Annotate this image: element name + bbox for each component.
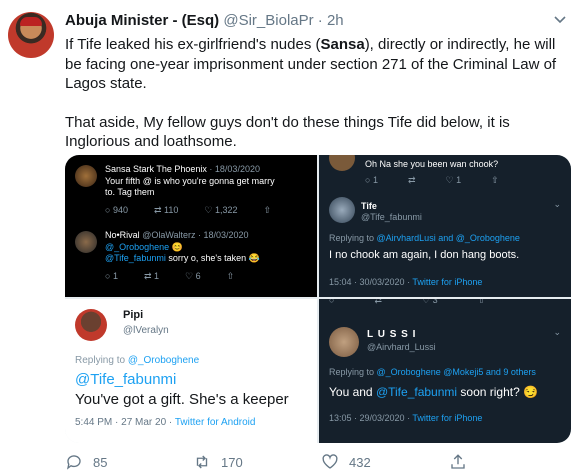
share-icon: ⇧ xyxy=(491,175,499,185)
retweet-count: 170 xyxy=(221,454,243,470)
chevron-down-icon: ⌄ xyxy=(553,327,561,337)
reply-icon: ○ 1 xyxy=(105,271,118,281)
media-screenshot-3[interactable]: Pipi @lVeralyn Replying to @_Oroboghene … xyxy=(65,299,317,443)
screenshot-actions: ○ 1 ⇄ ♡ 1 ⇧ xyxy=(365,175,499,186)
screenshot-text: Oh Na she you been wan chook? xyxy=(365,159,499,169)
screenshot-text: You and xyxy=(329,385,376,399)
screenshot-actions: ○ ⇄ ♡ 3 ⇧ xyxy=(329,299,485,306)
author-name[interactable]: Abuja Minister - (Esq) xyxy=(65,12,219,29)
retweet-icon xyxy=(196,455,208,469)
chevron-down-icon[interactable] xyxy=(553,12,567,26)
avatar xyxy=(75,165,97,187)
tweet: Abuja Minister - (Esq) @Sir_BiolaPr · 2h… xyxy=(0,0,581,474)
screenshot-text: sorry o, she's taken 😂 xyxy=(165,253,260,263)
like-count: 432 xyxy=(349,454,371,470)
like-icon: ♡ 1 xyxy=(445,175,462,185)
screenshot-text: Your fifth @ is who you're gonna get mar… xyxy=(105,176,275,186)
tweet-text-bold: Sansa xyxy=(320,36,365,53)
screenshot-source: Twitter for Android xyxy=(174,417,256,428)
tweet-text: If Tife leaked his ex-girlfriend's nudes… xyxy=(65,35,570,171)
like-icon: ♡ 1,322 xyxy=(204,205,238,215)
retweet-icon: ⇄ 1 xyxy=(143,271,160,281)
screenshot-name: Sansa Stark The Phoenix xyxy=(105,164,207,174)
reply-icon: ○ 1 xyxy=(365,175,378,185)
reply-count: 85 xyxy=(93,454,108,470)
screenshot-time: 13:05 · 29/03/2020 · xyxy=(329,413,413,423)
screenshot-time: 15:04 · 30/03/2020 · xyxy=(329,277,413,287)
screenshot-text: You've got a gift. She's a keeper xyxy=(75,391,289,408)
screenshot-handle: @Tife_fabunmi xyxy=(361,212,422,222)
media-grid[interactable]: Sansa Stark The Phoenix · 18/03/2020 You… xyxy=(65,155,571,443)
screenshot-handle: @Airvhard_Lussi xyxy=(367,342,436,352)
retweet-button[interactable]: 170 xyxy=(193,453,321,471)
screenshot-time: 5:44 PM · 27 Mar 20 · xyxy=(75,417,175,428)
screenshot-text: I no chook am again, I don hang boots. xyxy=(329,249,520,261)
screenshot-name: Tife xyxy=(361,201,377,211)
author-avatar[interactable] xyxy=(8,12,54,58)
share-icon: ⇧ xyxy=(263,205,272,215)
screenshot-handle: @OlaWalterz · 18/03/2020 xyxy=(142,230,249,240)
tweet-time[interactable]: · 2h xyxy=(318,12,344,29)
screenshot-source: Twitter for iPhone xyxy=(412,277,483,287)
share-button[interactable] xyxy=(449,453,467,471)
like-icon xyxy=(322,454,338,469)
media-screenshot-2[interactable]: Oh Na she you been wan chook? ○ 1 ⇄ ♡ 1 … xyxy=(319,155,571,297)
tweet-text-part: If Tife leaked his ex-girlfriend's nudes… xyxy=(65,36,321,53)
screenshot-name: L U S S I xyxy=(367,329,417,340)
avatar xyxy=(75,309,107,341)
share-icon xyxy=(451,454,465,469)
like-button[interactable]: 432 xyxy=(321,453,449,471)
screenshot-text: to. Tag them xyxy=(105,187,155,197)
retweet-icon: ⇄ xyxy=(374,299,382,305)
screenshot-source: Twitter for iPhone xyxy=(412,413,483,423)
screenshot-mention: @_Oroboghene 😊 xyxy=(105,242,183,252)
tweet-text-para2: That aside, My fellow guys don't do thes… xyxy=(65,113,510,151)
share-icon: ⇧ xyxy=(477,299,486,305)
tweet-header: Abuja Minister - (Esq) @Sir_BiolaPr · 2h xyxy=(65,12,344,29)
retweet-icon: ⇄ xyxy=(407,175,416,185)
replying-to: @AirvhardLusi and @_Oroboghene xyxy=(376,233,520,243)
like-icon: ♡ 6 xyxy=(185,271,201,281)
screenshot-mention: @Tife_fabunmi xyxy=(375,385,458,399)
avatar xyxy=(75,231,97,253)
screenshot-actions: ○ 1 ⇄ 1 ♡ 6 ⇧ xyxy=(105,271,234,282)
replying-to: @_Oroboghene xyxy=(127,355,200,366)
avatar xyxy=(329,155,355,171)
reply-button[interactable]: 85 xyxy=(65,453,193,471)
author-handle[interactable]: @Sir_BiolaPr xyxy=(223,12,313,29)
replying-label: Replying to xyxy=(329,233,377,243)
replying-to: @_Oroboghene @Mokeji5 and 9 others xyxy=(376,367,536,377)
screenshot-text: soon right? 😏 xyxy=(457,385,539,399)
avatar xyxy=(329,197,355,223)
tweet-actions: 85 170 432 xyxy=(65,452,571,472)
avatar xyxy=(329,327,359,357)
reply-icon: ○ 940 xyxy=(105,205,128,215)
screenshot-mention: @Tife_fabunmi xyxy=(105,253,166,263)
screenshot-date: · 18/03/2020 xyxy=(209,164,260,174)
chevron-down-icon: ⌄ xyxy=(553,199,561,209)
media-screenshot-1[interactable]: Sansa Stark The Phoenix · 18/03/2020 You… xyxy=(65,155,317,297)
replying-label: Replying to xyxy=(329,367,377,377)
retweet-icon: ⇄ 110 xyxy=(153,205,179,215)
reply-icon xyxy=(66,455,81,470)
share-icon: ⇧ xyxy=(226,271,235,281)
screenshot-actions: ○ 940 ⇄ 110 ♡ 1,322 ⇧ xyxy=(105,205,271,216)
like-icon: ♡ 3 xyxy=(421,299,438,305)
reply-icon: ○ xyxy=(329,299,335,305)
screenshot-mention: @Tife_fabunmi xyxy=(75,371,177,388)
replying-label: Replying to xyxy=(75,355,128,366)
screenshot-handle: @lVeralyn xyxy=(123,325,169,336)
media-screenshot-4[interactable]: ○ ⇄ ♡ 3 ⇧ L U S S I @Airvhard_Lussi ⌄ Re… xyxy=(319,299,571,443)
screenshot-name: No•Rival xyxy=(105,230,140,240)
screenshot-name: Pipi xyxy=(123,309,144,321)
